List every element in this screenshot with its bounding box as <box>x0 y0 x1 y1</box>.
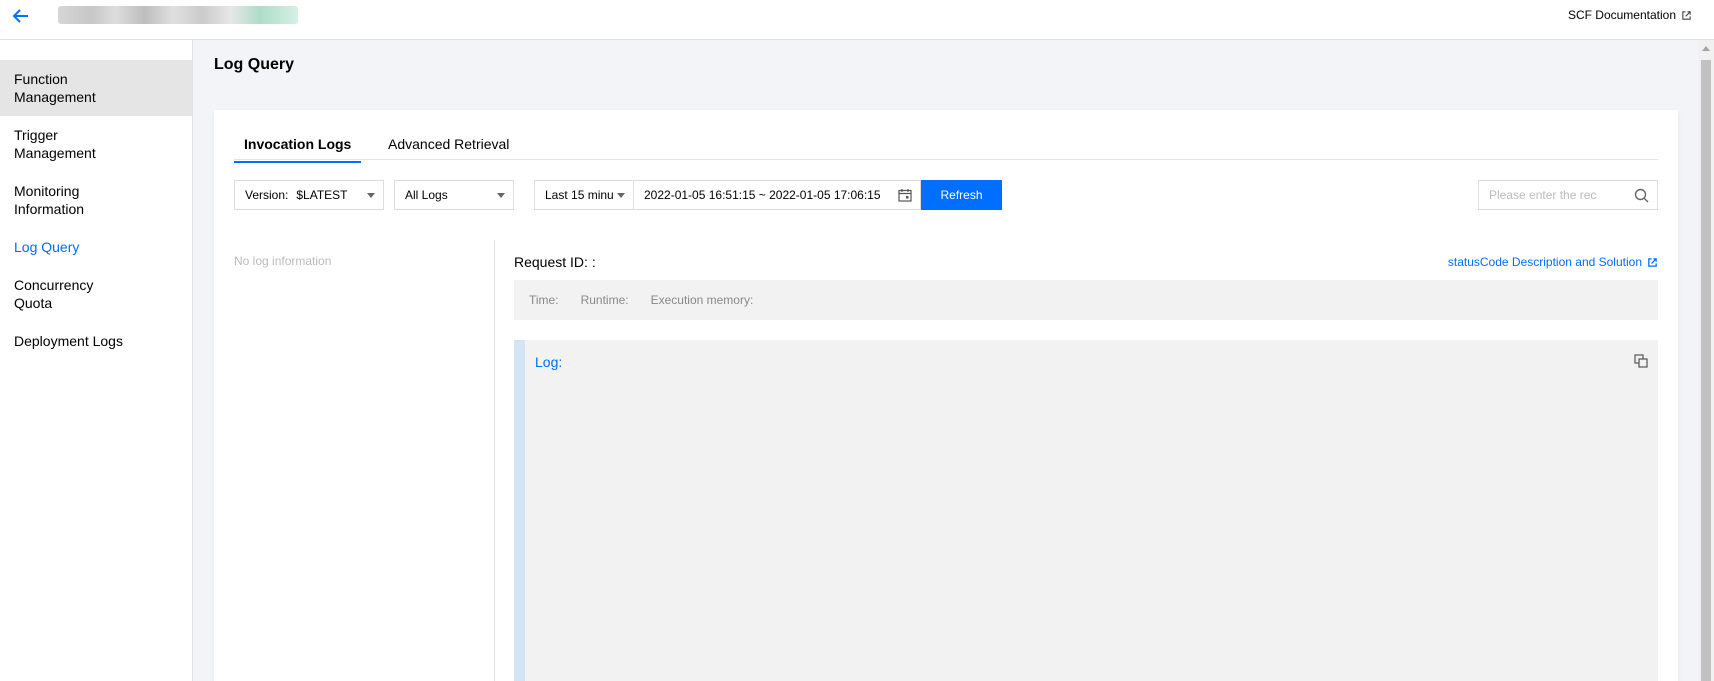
log-list: No log information <box>234 240 494 268</box>
page-scrollbar[interactable] <box>1698 40 1714 681</box>
sidebar: Function Management Trigger Management Mon… <box>0 40 193 681</box>
caret-down-icon <box>617 193 625 198</box>
sidebar-item-monitoring-information[interactable]: Monitoring Information <box>0 172 192 228</box>
sidebar-item-label: Concurrency <box>14 277 94 293</box>
sidebar-item-label: Quota <box>14 295 53 311</box>
back-arrow-icon[interactable] <box>10 5 32 27</box>
status-code-link-label: statusCode Description and Solution <box>1447 255 1642 269</box>
sidebar-item-label: Information <box>14 201 85 217</box>
tab-advanced-retrieval[interactable]: Advanced Retrieval <box>388 136 509 152</box>
sidebar-item-label: Log Query <box>14 239 80 255</box>
scrollbar-thumb[interactable] <box>1701 60 1711 681</box>
log-type-select[interactable]: All Logs <box>394 180 514 210</box>
sidebar-item-label: Management <box>14 89 96 105</box>
sidebar-item-label: Monitoring <box>14 183 80 199</box>
external-link-icon <box>1648 257 1657 267</box>
sidebar-item-label: Deployment Logs <box>14 333 123 349</box>
caret-down-icon <box>367 193 375 198</box>
sidebar-item-concurrency-quota[interactable]: Concurrency Quota <box>0 266 192 322</box>
log-label: Log: <box>535 354 563 370</box>
tab-bar: Invocation Logs Advanced Retrieval <box>233 124 1658 163</box>
divider <box>494 240 495 681</box>
time-range-value: Last 15 minu <box>545 188 614 202</box>
search-input[interactable] <box>1479 181 1629 209</box>
sidebar-item-label: Management <box>14 145 96 161</box>
version-select[interactable]: Version: $LATEST <box>234 180 384 210</box>
blurred-function-name <box>58 6 298 24</box>
copy-icon[interactable] <box>1634 354 1648 368</box>
search-box[interactable] <box>1478 180 1658 210</box>
page-title: Log Query <box>214 56 295 73</box>
caret-down-icon <box>497 193 505 198</box>
sidebar-item-label: Function <box>14 71 68 87</box>
log-type-value: All Logs <box>405 188 448 202</box>
request-id-label: Request ID: : <box>514 254 596 270</box>
log-content-panel: Log: <box>514 340 1658 681</box>
tab-invocation-logs[interactable]: Invocation Logs <box>233 136 362 163</box>
sidebar-item-trigger-management[interactable]: Trigger Management <box>0 116 192 172</box>
scf-documentation-label: SCF Documentation <box>1567 8 1676 22</box>
empty-list-text: No log information <box>234 254 332 268</box>
search-icon[interactable] <box>1634 188 1649 203</box>
log-meta-bar: Time: Runtime: Execution memory: <box>514 280 1658 320</box>
date-range-value: 2022-01-05 16:51:15 ~ 2022-01-05 17:06:1… <box>644 188 881 202</box>
sidebar-item-label: Trigger <box>14 127 58 143</box>
version-select-label: Version: <box>245 188 289 202</box>
sidebar-item-function-management[interactable]: Function Management <box>0 60 192 116</box>
status-code-link[interactable]: statusCode Description and Solution <box>1448 255 1658 269</box>
version-select-value: $LATEST <box>296 188 348 202</box>
sidebar-item-deployment-logs[interactable]: Deployment Logs <box>0 322 192 360</box>
time-range-select[interactable]: Last 15 minu <box>534 180 634 210</box>
date-range-picker[interactable]: 2022-01-05 16:51:15 ~ 2022-01-05 17:06:1… <box>633 180 921 210</box>
refresh-button[interactable]: Refresh <box>921 180 1002 210</box>
calendar-icon <box>898 189 912 202</box>
runtime-label: Runtime: <box>580 293 629 307</box>
top-bar: SCF Documentation <box>0 0 1714 40</box>
scf-documentation-link[interactable]: SCF Documentation <box>1568 8 1692 22</box>
external-link-icon <box>1682 10 1691 20</box>
sidebar-item-log-query[interactable]: Log Query <box>0 228 192 266</box>
execution-memory-label: Execution memory: <box>650 293 754 307</box>
scroll-up-icon[interactable] <box>1702 46 1710 51</box>
log-query-card: Invocation Logs Advanced Retrieval Versi… <box>214 110 1678 681</box>
time-label: Time: <box>529 293 559 307</box>
